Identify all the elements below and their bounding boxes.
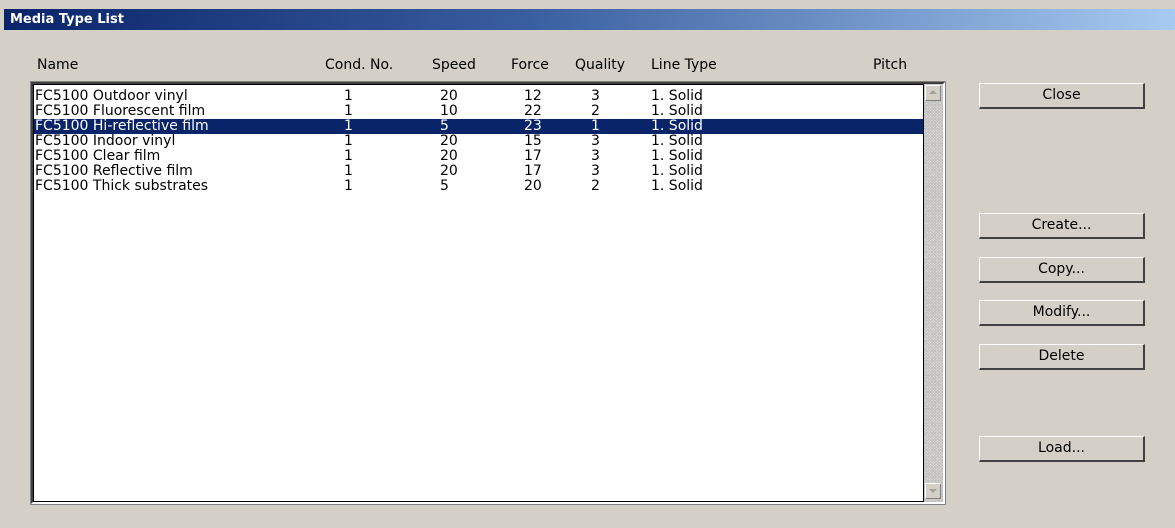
cell-speed: 10 [440, 103, 458, 119]
window-title: Media Type List [10, 12, 124, 27]
modify-button[interactable]: Modify... [979, 300, 1145, 326]
table-row[interactable]: FC5100 Outdoor vinyl 1 20 12 3 1. Solid [34, 89, 923, 104]
cell-line-type: 1. Solid [651, 103, 703, 119]
vertical-scrollbar[interactable] [924, 84, 943, 502]
column-header-quality: Quality [575, 57, 626, 73]
cell-speed: 20 [440, 163, 458, 179]
cell-quality: 3 [591, 133, 600, 149]
cell-force: 17 [524, 163, 542, 179]
scroll-up-button[interactable] [925, 85, 941, 101]
cell-cond: 1 [344, 88, 353, 104]
column-header-name: Name [37, 57, 79, 73]
cell-quality: 3 [591, 148, 600, 164]
load-button[interactable]: Load... [979, 436, 1145, 462]
cell-cond: 1 [344, 178, 353, 194]
table-row[interactable]: FC5100 Hi-reflective film 1 5 23 1 1. Solid [34, 119, 923, 134]
cell-cond: 1 [344, 133, 353, 149]
cell-force: 23 [524, 118, 542, 134]
cell-line-type: 1. Solid [651, 163, 703, 179]
cell-quality: 2 [591, 178, 600, 194]
cell-cond: 1 [344, 118, 353, 134]
cell-force: 12 [524, 88, 542, 104]
title-bar[interactable]: Media Type List [4, 9, 1175, 30]
cell-cond: 1 [344, 148, 353, 164]
scroll-up-arrow-icon [929, 90, 937, 94]
column-header-force: Force [511, 57, 549, 73]
cell-cond: 1 [344, 103, 353, 119]
media-type-listbox[interactable]: FC5100 Outdoor vinyl 1 20 12 3 1. Solid FC5100… [30, 81, 946, 505]
cell-line-type: 1. Solid [651, 88, 703, 104]
cell-quality: 3 [591, 88, 600, 104]
cell-line-type: 1. Solid [651, 178, 703, 194]
cell-name: FC5100 Hi-reflective film [35, 118, 209, 134]
cell-quality: 3 [591, 163, 600, 179]
media-type-list[interactable]: FC5100 Outdoor vinyl 1 20 12 3 1. Solid FC5100… [33, 84, 924, 502]
cell-speed: 20 [440, 133, 458, 149]
cell-name: FC5100 Fluorescent film [35, 103, 206, 119]
table-row[interactable]: FC5100 Thick substrates 1 5 20 2 1. Solid [34, 179, 923, 194]
cell-speed: 20 [440, 88, 458, 104]
cell-name: FC5100 Clear film [35, 148, 161, 164]
cell-name: FC5100 Indoor vinyl [35, 133, 176, 149]
cell-force: 15 [524, 133, 542, 149]
cell-quality: 1 [591, 118, 600, 134]
cell-force: 22 [524, 103, 542, 119]
cell-cond: 1 [344, 163, 353, 179]
cell-name: FC5100 Thick substrates [35, 178, 209, 194]
cell-name: FC5100 Outdoor vinyl [35, 88, 188, 104]
column-header-line-type: Line Type [651, 57, 717, 73]
cell-speed: 5 [440, 118, 449, 134]
cell-force: 20 [524, 178, 542, 194]
scroll-down-button[interactable] [925, 483, 941, 499]
cell-line-type: 1. Solid [651, 118, 703, 134]
table-row[interactable]: FC5100 Clear film 1 20 17 3 1. Solid [34, 149, 923, 164]
cell-line-type: 1. Solid [651, 148, 703, 164]
scroll-down-arrow-icon [929, 489, 937, 493]
table-row[interactable]: FC5100 Indoor vinyl 1 20 15 3 1. Solid [34, 134, 923, 149]
delete-button[interactable]: Delete [979, 344, 1145, 370]
table-row[interactable]: FC5100 Fluorescent film 1 10 22 2 1. Solid [34, 104, 923, 119]
copy-button[interactable]: Copy... [979, 257, 1145, 283]
media-type-list-window: Media Type List Name Cond. No. Speed For… [0, 0, 1175, 528]
cell-speed: 20 [440, 148, 458, 164]
create-button[interactable]: Create... [979, 213, 1145, 239]
column-header-pitch: Pitch [873, 57, 908, 73]
column-header-speed: Speed [432, 57, 476, 73]
table-row[interactable]: FC5100 Reflective film 1 20 17 3 1. Solid [34, 164, 923, 179]
cell-quality: 2 [591, 103, 600, 119]
cell-speed: 5 [440, 178, 449, 194]
cell-line-type: 1. Solid [651, 133, 703, 149]
close-button[interactable]: Close [979, 83, 1145, 109]
column-header-cond-no: Cond. No. [325, 57, 394, 73]
cell-name: FC5100 Reflective film [35, 163, 193, 179]
cell-force: 17 [524, 148, 542, 164]
